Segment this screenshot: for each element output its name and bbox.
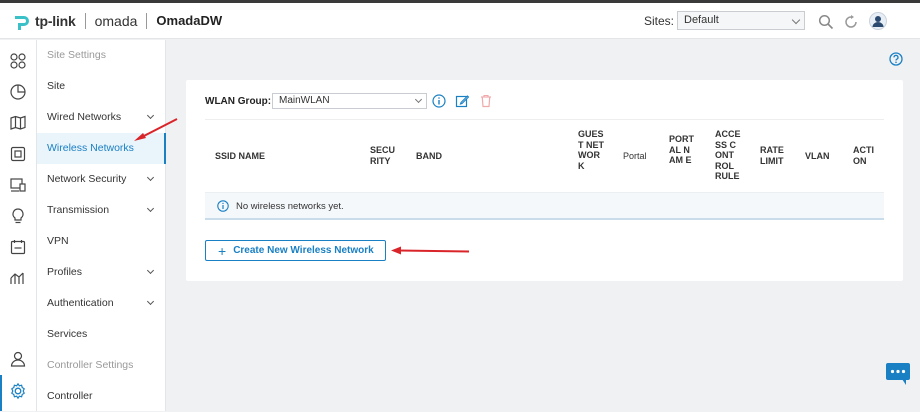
sidebar-item-vpn[interactable]: VPN bbox=[37, 226, 166, 257]
statistics-icon[interactable] bbox=[9, 83, 27, 101]
search-icon[interactable] bbox=[818, 14, 834, 30]
chevron-down-icon bbox=[146, 297, 155, 306]
column-header-portal: Portal bbox=[623, 151, 647, 161]
sidebar-item-controller[interactable]: Controller bbox=[37, 381, 166, 412]
wlan-group-value: MainWLAN bbox=[279, 95, 330, 106]
tp-link-logo[interactable]: tp-link bbox=[12, 11, 76, 31]
header-divider bbox=[84, 12, 86, 29]
sidebar-item-wireless-networks[interactable]: Wireless Networks bbox=[37, 133, 166, 164]
sidebar-item-profiles[interactable]: Profiles bbox=[37, 257, 166, 288]
empty-state-text: No wireless networks yet. bbox=[236, 201, 344, 212]
wireless-networks-card: WLAN Group: MainWLAN SSID NAME SECU RITY… bbox=[186, 80, 903, 281]
dashboard-icon[interactable] bbox=[9, 52, 27, 70]
settings-sidebar: Site Settings Site Wired Networks Wirele… bbox=[37, 40, 166, 411]
chevron-down-icon bbox=[146, 173, 155, 182]
insight-icon[interactable] bbox=[9, 207, 27, 225]
edit-icon[interactable] bbox=[455, 94, 469, 108]
chevron-down-icon bbox=[146, 204, 155, 213]
header-divider bbox=[146, 12, 148, 29]
active-section-indicator bbox=[0, 375, 2, 411]
account-icon[interactable] bbox=[9, 350, 27, 368]
settings-icon[interactable] bbox=[9, 382, 27, 400]
empty-table-row: No wireless networks yet. bbox=[205, 193, 884, 220]
top-header: tp-link omada OmadaDW Sites: Default bbox=[0, 3, 920, 39]
sidebar-header-controller-settings: Controller Settings bbox=[47, 359, 134, 371]
chevron-down-icon bbox=[414, 95, 423, 104]
sites-label: Sites: bbox=[644, 14, 675, 28]
chat-support-icon[interactable] bbox=[885, 362, 911, 386]
chevron-down-icon bbox=[146, 111, 155, 120]
sidebar-item-site[interactable]: Site bbox=[37, 71, 166, 102]
product-name: omada bbox=[94, 12, 138, 29]
sidebar-item-network-security[interactable]: Network Security bbox=[37, 164, 166, 195]
plus-icon: + bbox=[218, 242, 227, 259]
map-icon[interactable] bbox=[9, 114, 27, 132]
column-header-guest-network: GUES T NET WOR K bbox=[578, 129, 604, 171]
column-header-ssid-name: SSID NAME bbox=[215, 151, 266, 161]
column-header-vlan: VLAN bbox=[805, 151, 830, 161]
omada-logo: omada bbox=[95, 13, 138, 29]
info-icon bbox=[217, 200, 229, 212]
clients-icon[interactable] bbox=[9, 176, 27, 194]
icon-navigation-bar bbox=[0, 40, 37, 411]
create-new-wireless-network-button[interactable]: + Create New Wireless Network bbox=[205, 240, 386, 261]
sidebar-header-site-settings: Site Settings bbox=[47, 49, 106, 61]
sidebar-item-authentication[interactable]: Authentication bbox=[37, 288, 166, 319]
sidebar-item-transmission[interactable]: Transmission bbox=[37, 195, 166, 226]
devices-icon[interactable] bbox=[9, 145, 27, 163]
help-icon[interactable] bbox=[889, 52, 903, 66]
log-icon[interactable] bbox=[9, 238, 27, 256]
site-select[interactable]: Default bbox=[677, 11, 805, 30]
wlan-group-select[interactable]: MainWLAN bbox=[272, 93, 427, 109]
table-header: SSID NAME SECU RITY BAND GUES T NET WOR … bbox=[205, 119, 884, 193]
create-button-label: Create New Wireless Network bbox=[233, 245, 374, 256]
brand-name: tp-link bbox=[35, 12, 76, 29]
user-avatar-icon[interactable] bbox=[869, 12, 887, 30]
column-header-rate-limit: RATE LIMIT bbox=[760, 145, 784, 166]
chevron-down-icon bbox=[146, 266, 155, 275]
refresh-icon[interactable] bbox=[843, 14, 859, 30]
column-header-portal-name: PORT AL NAM E bbox=[669, 134, 695, 165]
controller-name: OmadaDW bbox=[156, 13, 223, 28]
trash-icon bbox=[481, 94, 491, 108]
chevron-down-icon bbox=[791, 15, 801, 25]
column-header-band: BAND bbox=[416, 151, 442, 161]
info-icon[interactable] bbox=[432, 94, 446, 108]
wlan-group-label: WLAN Group: bbox=[205, 96, 272, 107]
sidebar-item-services[interactable]: Services bbox=[37, 319, 166, 350]
column-header-action: ACTI ON bbox=[853, 145, 874, 166]
column-header-security: SECU RITY bbox=[370, 145, 396, 166]
reports-icon[interactable] bbox=[9, 269, 27, 287]
tp-link-logo-icon bbox=[15, 15, 29, 30]
column-header-access-control-rule: ACCE SS CONT ROL RULE bbox=[715, 129, 741, 181]
site-select-value: Default bbox=[684, 14, 719, 26]
sidebar-item-wired-networks[interactable]: Wired Networks bbox=[37, 102, 166, 133]
